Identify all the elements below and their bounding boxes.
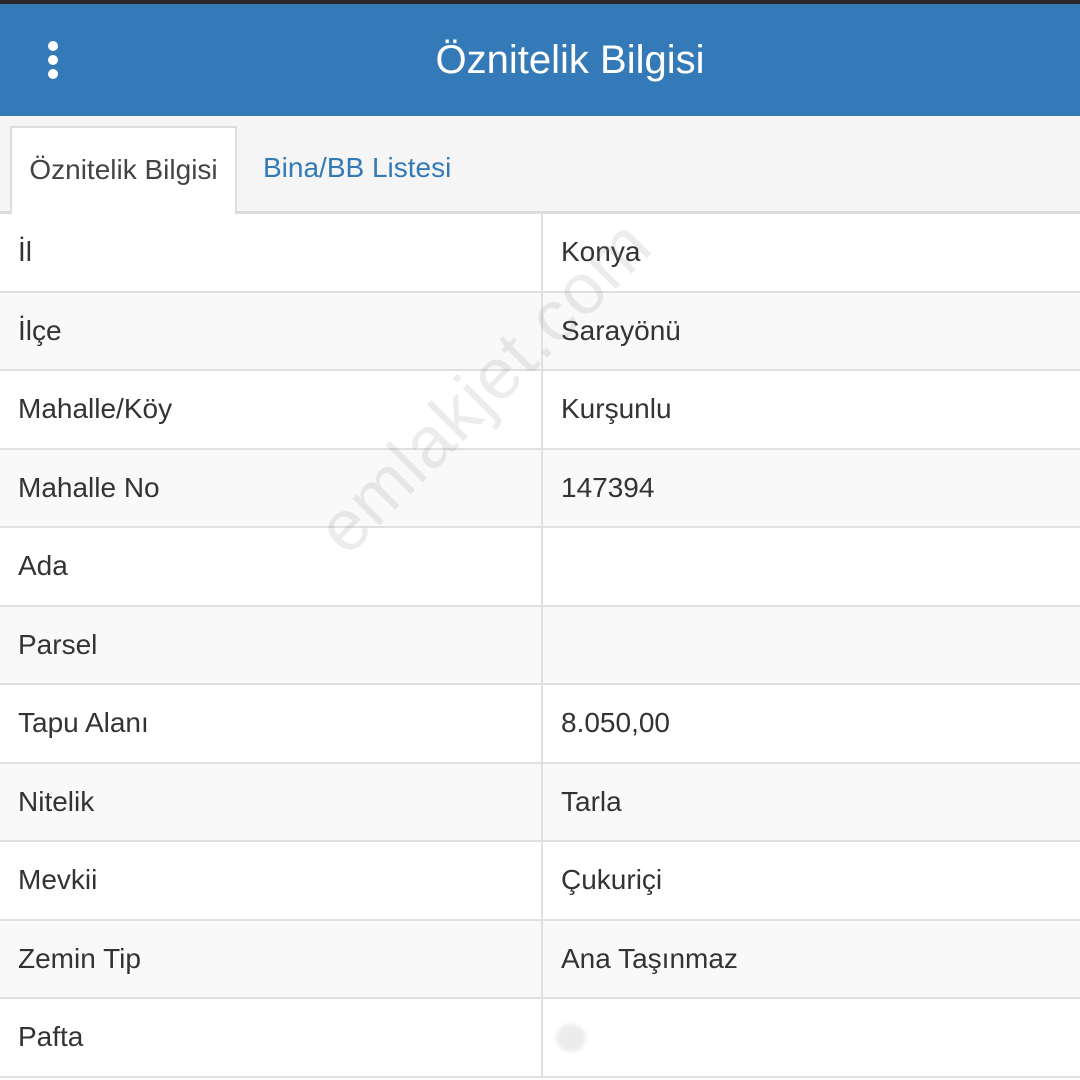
table-row-mahalle-koy: Mahalle/Köy Kurşunlu [0,371,1080,450]
table-row-nitelik: Nitelik Tarla [0,763,1080,842]
row-label: Parsel [18,628,98,660]
row-value: 147394 [541,449,1080,526]
blurred-spot [556,1024,586,1052]
table-row-il: İl Konya [0,214,1080,293]
table-row-ilce: İlçe Sarayönü [0,292,1080,371]
table-row-tapu-alani: Tapu Alanı 8.050,00 [0,685,1080,764]
row-value: Ana Taşınmaz [541,920,1080,997]
table-row-parsel: Parsel [0,606,1080,685]
row-value [541,999,1080,1076]
row-label: Mahalle/Köy [18,393,173,425]
row-value: 8.050,00 [541,685,1080,762]
row-value: Konya [541,214,1080,291]
app-header: Öznitelik Bilgisi [0,4,1080,116]
table-row-mahalle-no: Mahalle No 147394 [0,449,1080,528]
row-label: Ada [18,550,68,582]
row-value [541,528,1080,605]
row-label: Tapu Alanı [18,707,149,739]
row-value: Kurşunlu [541,371,1080,448]
row-label: Pafta [18,1021,84,1053]
table-row-mevkii: Mevkii Çukuriçi [0,842,1080,921]
tab-bar: Öznitelik Bilgisi Bina/BB Listesi [0,116,1080,214]
table-row-pafta: Pafta [0,999,1080,1078]
row-value: Çukuriçi [541,842,1080,919]
table-row-ada: Ada [0,528,1080,607]
row-label: Nitelik [18,785,95,817]
row-value [541,606,1080,683]
row-value: Tarla [541,763,1080,840]
tab-oznitelik-bilgisi[interactable]: Öznitelik Bilgisi [10,126,237,214]
table-row-zemin-tip: Zemin Tip Ana Taşınmaz [0,920,1080,999]
row-label: Mevkii [18,864,98,896]
row-value: Sarayönü [541,292,1080,369]
attribute-table: İl Konya İlçe Sarayönü Mahalle/Köy Kurşu… [0,214,1080,1078]
tab-bina-bb-listesi[interactable]: Bina/BB Listesi [243,126,471,214]
page-title: Öznitelik Bilgisi [435,38,705,82]
row-label: Zemin Tip [18,942,141,974]
row-label: Mahalle No [18,471,160,503]
row-label: İlçe [18,314,62,346]
row-label: İl [18,236,32,268]
